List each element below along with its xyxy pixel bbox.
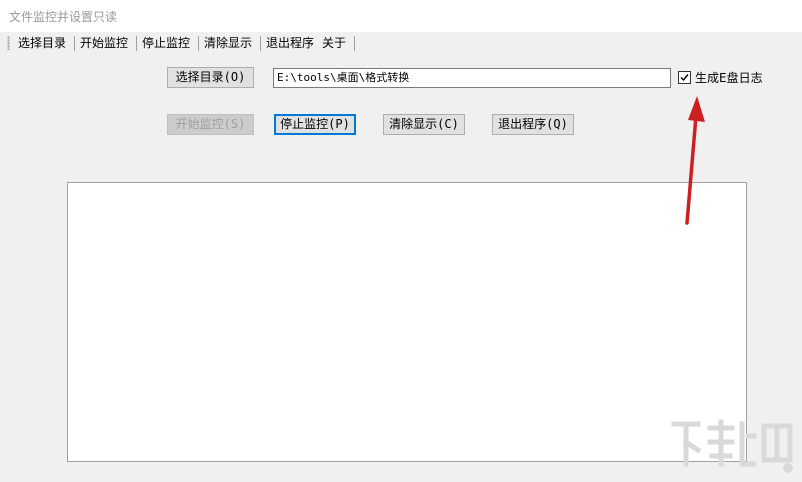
- log-display-area[interactable]: [67, 182, 747, 462]
- menu-grip-icon: [7, 36, 10, 50]
- menu-separator: [260, 36, 261, 51]
- generate-log-checkbox-group[interactable]: 生成E盘日志: [678, 69, 763, 85]
- menu-separator: [74, 36, 75, 51]
- menu-item-start-monitor[interactable]: 开始监控: [77, 35, 131, 51]
- menu-item-about[interactable]: 关于: [319, 35, 349, 51]
- watermark-logo-icon: [671, 419, 793, 473]
- title-bar: 文件监控并设置只读: [0, 0, 802, 32]
- generate-log-checkbox[interactable]: [678, 70, 691, 84]
- menu-item-stop-monitor[interactable]: 停止监控: [139, 35, 193, 51]
- menu-item-select-directory[interactable]: 选择目录: [15, 35, 69, 51]
- directory-path-field[interactable]: E:\tools\桌面\格式转换: [273, 68, 671, 88]
- select-directory-button[interactable]: 选择目录(O): [167, 67, 254, 88]
- clear-display-button[interactable]: 清除显示(C): [383, 114, 465, 135]
- menu-item-exit[interactable]: 退出程序: [263, 35, 317, 51]
- menu-bar: 选择目录 开始监控 停止监控 清除显示 退出程序 关于: [0, 32, 802, 54]
- start-monitor-button[interactable]: 开始监控(S): [167, 114, 254, 135]
- exit-program-button[interactable]: 退出程序(Q): [492, 114, 574, 135]
- menu-item-clear-display[interactable]: 清除显示: [201, 35, 255, 51]
- menu-separator: [198, 36, 199, 51]
- window-title: 文件监控并设置只读: [9, 10, 118, 24]
- stop-monitor-button[interactable]: 停止监控(P): [274, 114, 356, 135]
- checkmark-icon: [680, 73, 689, 81]
- menu-separator: [354, 36, 355, 51]
- menu-separator: [136, 36, 137, 51]
- generate-log-label: 生成E盘日志: [695, 70, 763, 85]
